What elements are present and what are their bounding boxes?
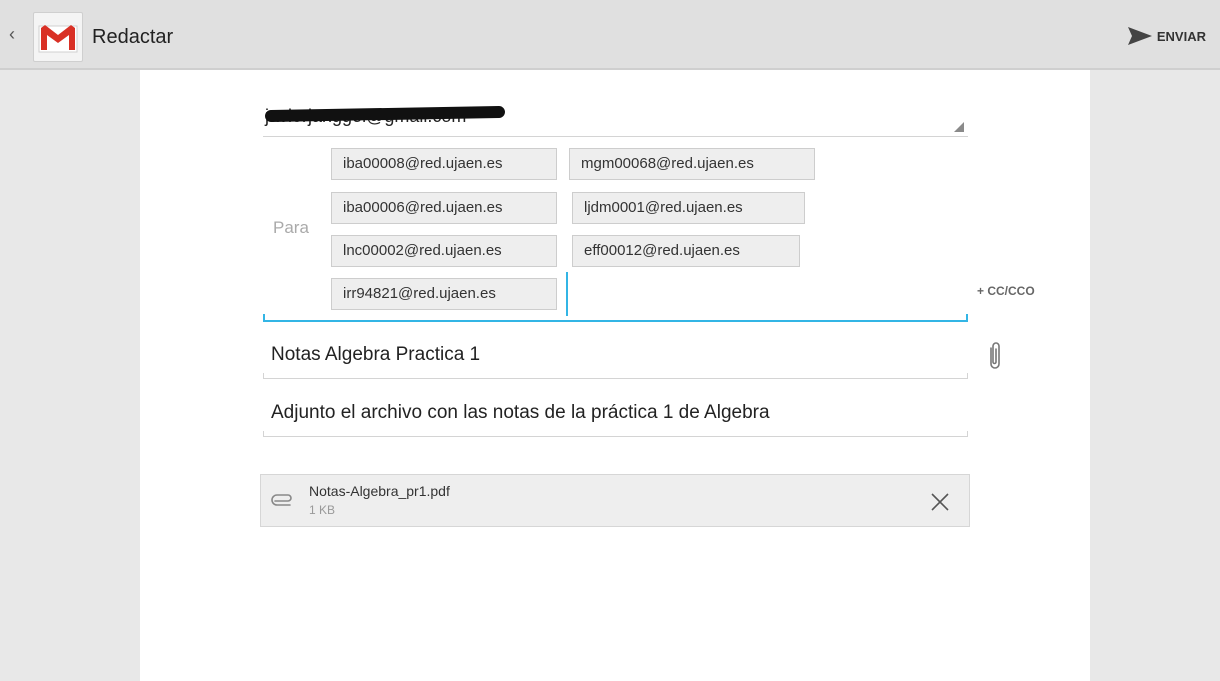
compose-card: javierjanggel@gmail.com Para iba00008@re… <box>140 70 1090 681</box>
attachment-clip-icon <box>271 494 292 506</box>
spinner-corner-icon <box>954 122 964 132</box>
recipient-chip[interactable]: eff00012@red.ujaen.es <box>572 235 800 267</box>
subject-field[interactable]: Notas Algebra Practica 1 <box>263 334 968 379</box>
recipient-chip[interactable]: mgm00068@red.ujaen.es <box>569 148 815 180</box>
screen-title: Redactar <box>92 26 174 48</box>
recipient-chip[interactable]: irr94821@red.ujaen.es <box>331 278 557 310</box>
remove-attachment-icon[interactable] <box>931 493 949 511</box>
text-cursor <box>566 272 568 316</box>
recipient-chip[interactable]: iba00008@red.ujaen.es <box>331 148 557 180</box>
add-cc-bcc-button[interactable]: + CC/CCO <box>977 284 1035 298</box>
subject-text: Notas Algebra Practica 1 <box>271 344 481 365</box>
paperclip-icon <box>990 342 1000 369</box>
send-label: ENVIAR <box>1156 28 1206 44</box>
recipient-chip[interactable]: iba00006@red.ujaen.es <box>331 192 557 224</box>
attachment-name: Notas-Algebra_pr1.pdf <box>309 483 450 499</box>
attachment-size: 1 KB <box>309 503 336 517</box>
action-bar: ‹ Redactar ENVIAR <box>0 0 1220 70</box>
from-account-spinner[interactable]: javierjanggel@gmail.com <box>263 96 968 137</box>
body-field[interactable]: Adjunto el archivo con las notas de la p… <box>263 392 968 437</box>
attachment-item[interactable]: Notas-Algebra_pr1.pdf 1 KB <box>260 474 970 527</box>
recipient-chip[interactable]: lnc00002@red.ujaen.es <box>331 235 557 267</box>
send-button[interactable]: ENVIAR <box>1127 24 1206 48</box>
gmail-logo-icon[interactable] <box>33 12 83 62</box>
to-label: Para <box>273 218 309 237</box>
to-field[interactable]: Para iba00008@red.ujaen.es mgm00068@red.… <box>263 136 968 322</box>
recipient-chip[interactable]: ljdm0001@red.ujaen.es <box>572 192 805 224</box>
up-caret-icon[interactable]: ‹ <box>9 24 15 45</box>
attach-button[interactable] <box>985 340 1005 374</box>
send-icon <box>1127 27 1152 45</box>
body-text: Adjunto el archivo con las notas de la p… <box>271 402 770 423</box>
